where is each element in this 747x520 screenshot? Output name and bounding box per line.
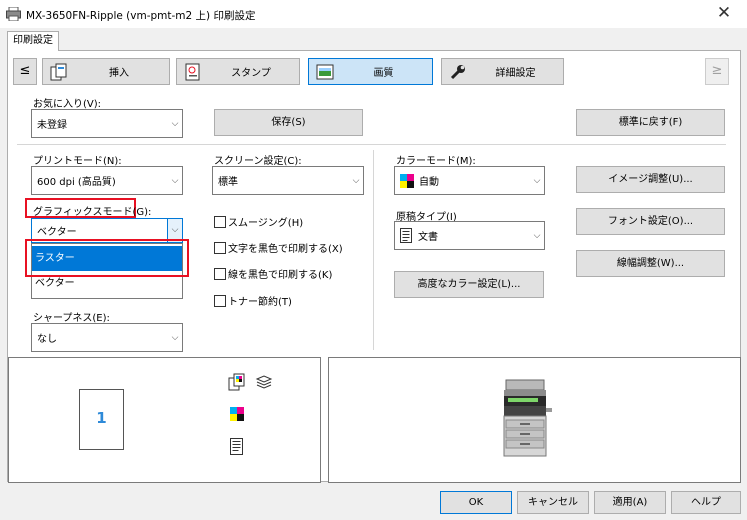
- document-icon: [230, 438, 243, 455]
- stack-icon: [255, 375, 273, 389]
- close-button[interactable]: ✕: [701, 0, 747, 28]
- document-icon: [400, 228, 412, 243]
- chevron-down-icon: ⌵: [352, 175, 360, 186]
- tab-join: [8, 50, 58, 52]
- chevron-down-icon: ⌵: [171, 332, 179, 343]
- screen-label: スクリーン設定(C):: [214, 156, 302, 167]
- nav-next-button[interactable]: ≥: [705, 58, 729, 85]
- line-black-label: 線を黒色で印刷する(K): [228, 270, 333, 281]
- color-pages-icon: [228, 373, 245, 391]
- insert-pages-icon: [49, 63, 69, 81]
- color-cmyk-icon: [400, 173, 414, 188]
- tab-image-quality-label: 画質: [373, 68, 394, 79]
- title-bar: MX-3650FN-Ripple (vm-pmt-m2 上) 印刷設定 ✕: [0, 0, 747, 28]
- save-button[interactable]: 保存(S): [214, 109, 363, 136]
- tab-advanced-label: 詳細設定: [495, 68, 536, 79]
- text-black-label: 文字を黒色で印刷する(X): [228, 244, 343, 255]
- help-button[interactable]: ヘルプ: [671, 491, 741, 514]
- favorites-value: 未登録: [37, 120, 67, 131]
- smoothing-label: スムージング(H): [228, 218, 304, 229]
- chevron-down-icon: ⌵: [533, 230, 541, 241]
- dropdown-option-vector[interactable]: ベクター: [32, 274, 182, 296]
- toner-save-label: トナー節約(T): [228, 297, 292, 308]
- line-black-checkbox[interactable]: 線を黒色で印刷する(K): [214, 266, 332, 281]
- vertical-divider: [373, 150, 374, 350]
- screen-value: 標準: [218, 177, 238, 188]
- tab-stamp[interactable]: スタンプ: [176, 58, 300, 85]
- print-mode-value: 600 dpi (高品質): [37, 177, 116, 188]
- favorites-select[interactable]: 未登録 ⌵: [31, 109, 183, 138]
- nav-prev-button[interactable]: ≤: [13, 58, 37, 85]
- checkbox-box: [214, 267, 226, 280]
- image-adjust-button[interactable]: イメージ調整(U)...: [576, 166, 725, 193]
- window-title: MX-3650FN-Ripple (vm-pmt-m2 上) 印刷設定: [26, 10, 256, 22]
- tab-advanced[interactable]: 詳細設定: [441, 58, 564, 85]
- tab-image-quality[interactable]: 画質: [308, 58, 433, 85]
- screen-select[interactable]: 標準 ⌵: [212, 166, 364, 195]
- print-mode-label: プリントモード(N):: [33, 156, 122, 167]
- line-width-button[interactable]: 線幅調整(W)...: [576, 250, 725, 277]
- doc-type-select[interactable]: 文書 ⌵: [394, 221, 545, 250]
- font-settings-button[interactable]: フォント設定(O)...: [576, 208, 725, 235]
- smoothing-checkbox[interactable]: スムージング(H): [214, 214, 303, 229]
- graphics-mode-label: グラフィックスモード(G):: [33, 207, 152, 218]
- chevron-down-icon: ⌵: [533, 175, 541, 186]
- chevron-down-icon: ⌵: [171, 118, 179, 129]
- text-black-checkbox[interactable]: 文字を黒色で印刷する(X): [214, 240, 343, 255]
- chevron-down-icon: ⌵: [171, 175, 179, 186]
- printer-icon: [6, 7, 21, 21]
- checkbox-box: [214, 215, 226, 228]
- checkbox-box: [214, 294, 226, 307]
- color-mode-label: カラーモード(M):: [396, 156, 476, 167]
- page-preview-pane: [8, 357, 321, 483]
- color-mode-select[interactable]: 自動 ⌵: [394, 166, 545, 195]
- wrench-icon: [448, 63, 468, 81]
- advanced-color-button[interactable]: 高度なカラー設定(L)...: [394, 271, 544, 298]
- sharpness-label: シャープネス(E):: [33, 313, 110, 324]
- sharpness-value: なし: [37, 334, 57, 345]
- divider: [17, 144, 726, 145]
- ok-button[interactable]: OK: [440, 491, 512, 514]
- page-preview: 1: [79, 389, 124, 450]
- color-mode-value: 自動: [419, 177, 439, 188]
- tab-stamp-label: スタンプ: [231, 68, 271, 79]
- printer-device-illustration: [503, 379, 552, 457]
- tab-insert-label: 挿入: [109, 68, 129, 79]
- stamp-icon: [183, 63, 203, 81]
- color-cmyk-icon: [230, 407, 244, 421]
- graphics-mode-value: ベクター: [37, 227, 77, 238]
- toner-save-checkbox[interactable]: トナー節約(T): [214, 293, 292, 308]
- image-quality-icon: [315, 63, 335, 81]
- tab-insert[interactable]: 挿入: [42, 58, 170, 85]
- cancel-button[interactable]: キャンセル: [517, 491, 589, 514]
- reset-default-button[interactable]: 標準に戻す(F): [576, 109, 725, 136]
- tab-print-settings[interactable]: 印刷設定: [7, 31, 59, 51]
- sharpness-select[interactable]: なし ⌵: [31, 323, 183, 352]
- raster-option-highlight: [25, 239, 189, 277]
- print-mode-select[interactable]: 600 dpi (高品質) ⌵: [31, 166, 183, 195]
- doc-type-value: 文書: [418, 232, 438, 243]
- favorites-label: お気に入り(V):: [33, 99, 102, 110]
- apply-button[interactable]: 適用(A): [594, 491, 666, 514]
- checkbox-box: [214, 241, 226, 254]
